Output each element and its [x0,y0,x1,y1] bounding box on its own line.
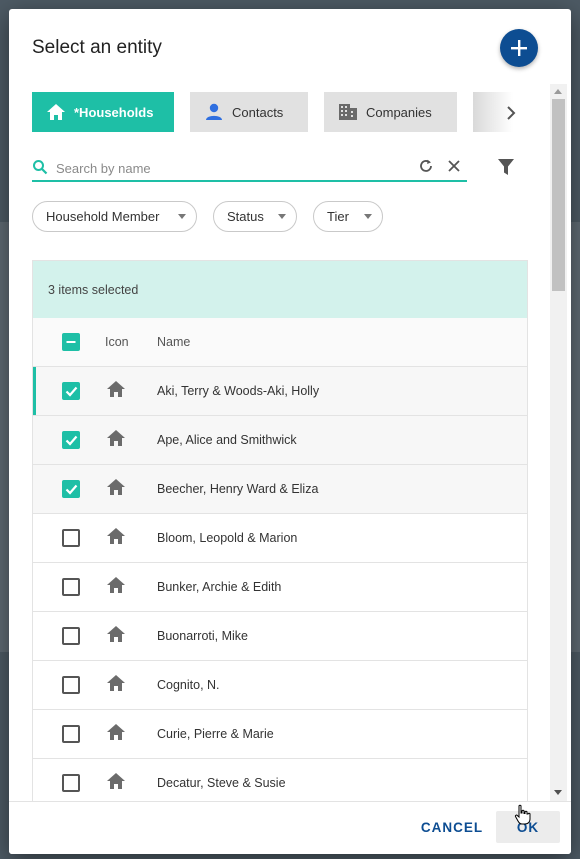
filter-button[interactable] [497,157,515,182]
row-checkbox[interactable] [62,676,80,694]
row-checkbox[interactable] [62,382,80,400]
filter-chip-label: Household Member [46,209,160,224]
cancel-button[interactable]: CANCEL [412,811,492,843]
table-row[interactable]: Buonarroti, Mike [33,612,527,661]
tab-companies-label: Companies [366,104,432,120]
caret-down-icon [178,214,186,219]
clear-search-button[interactable] [446,158,462,179]
table-row[interactable]: Beecher, Henry Ward & Eliza [33,465,527,514]
row-checkbox[interactable] [62,774,80,792]
scroll-up-arrow-icon[interactable] [554,89,562,94]
row-name: Bunker, Archie & Edith [157,580,282,594]
selection-summary-bar: 3 items selected [33,261,527,318]
chevron-right-icon [507,106,516,120]
hand-cursor-icon [514,804,531,825]
row-type-icon [106,674,126,697]
building-icon [339,104,357,120]
row-type-icon [106,478,126,501]
row-type-icon [106,527,126,550]
row-name: Aki, Terry & Woods-Aki, Holly [157,384,320,398]
dialog-scrollbar[interactable] [550,84,567,802]
home-icon [107,723,125,740]
refresh-button[interactable] [418,158,434,179]
column-header-icon[interactable]: Icon [105,335,129,349]
grid-rows: Aki, Terry & Woods-Aki, Holly Ape, Alice … [33,367,527,808]
filter-chip-household-member[interactable]: Household Member [32,201,197,232]
tab-contacts-label: Contacts [232,104,284,120]
filter-chip-tier[interactable]: Tier [313,201,383,232]
search-field [32,157,467,182]
row-checkbox[interactable] [62,725,80,743]
home-icon [107,674,125,691]
table-row[interactable]: Aki, Terry & Woods-Aki, Holly [33,367,527,416]
caret-down-icon [364,214,372,219]
plus-icon [511,40,527,56]
row-checkbox[interactable] [62,578,80,596]
filter-chip-label: Status [227,209,264,224]
entity-grid: 3 items selected Icon Name Aki, Terry & … [32,260,528,820]
row-name: Ape, Alice and Smithwick [157,433,297,447]
filter-icon [498,159,514,175]
select-all-checkbox[interactable] [62,333,80,351]
home-icon [107,576,125,593]
entity-type-tabs: *Households Contacts Companies [32,92,532,132]
column-header-name[interactable]: Name [157,335,190,349]
dialog-footer: CANCEL OK [9,801,571,854]
row-type-icon [106,576,126,599]
scroll-down-arrow-icon[interactable] [554,790,562,795]
selection-count: 3 items selected [48,282,139,297]
check-icon [65,386,77,397]
home-icon [107,772,125,789]
check-icon [65,484,77,495]
home-icon [107,429,125,446]
home-icon [107,527,125,544]
table-row[interactable]: Bloom, Leopold & Marion [33,514,527,563]
row-name: Beecher, Henry Ward & Eliza [157,482,319,496]
search-icon [33,160,48,175]
indeterminate-icon [66,341,76,343]
filter-chip-status[interactable]: Status [213,201,297,232]
close-icon [448,160,460,172]
row-type-icon [106,772,126,795]
dialog-title: Select an entity [32,37,162,58]
tab-contacts[interactable]: Contacts [190,92,308,132]
row-type-icon [106,429,126,452]
filter-chip-label: Tier [327,209,349,224]
home-icon [47,104,65,120]
tab-companies[interactable]: Companies [324,92,457,132]
tab-households[interactable]: *Households [32,92,174,132]
row-checkbox[interactable] [62,480,80,498]
home-icon [107,380,125,397]
home-icon [107,478,125,495]
add-entity-button[interactable] [500,29,538,67]
person-icon [206,103,222,120]
row-checkbox[interactable] [62,627,80,645]
select-entity-dialog: Select an entity *Households Contacts Co… [9,9,571,854]
tabs-next-button[interactable] [500,102,522,124]
row-type-icon [106,625,126,648]
row-checkbox[interactable] [62,529,80,547]
row-name: Cognito, N. [157,678,220,692]
table-row[interactable]: Bunker, Archie & Edith [33,563,527,612]
row-name: Buonarroti, Mike [157,629,249,643]
row-name: Decatur, Steve & Susie [157,776,286,790]
grid-header-row: Icon Name [33,318,527,367]
search-input[interactable] [56,157,406,179]
table-row[interactable]: Curie, Pierre & Marie [33,710,527,759]
check-icon [65,435,77,446]
tab-households-label: *Households [74,104,154,120]
scroll-thumb[interactable] [552,99,565,291]
row-type-icon [106,723,126,746]
row-checkbox[interactable] [62,431,80,449]
row-name: Curie, Pierre & Marie [157,727,274,741]
caret-down-icon [278,214,286,219]
table-row[interactable]: Cognito, N. [33,661,527,710]
row-type-icon [106,380,126,403]
table-row[interactable]: Ape, Alice and Smithwick [33,416,527,465]
home-icon [107,625,125,642]
refresh-icon [420,159,432,172]
row-name: Bloom, Leopold & Marion [157,531,298,545]
